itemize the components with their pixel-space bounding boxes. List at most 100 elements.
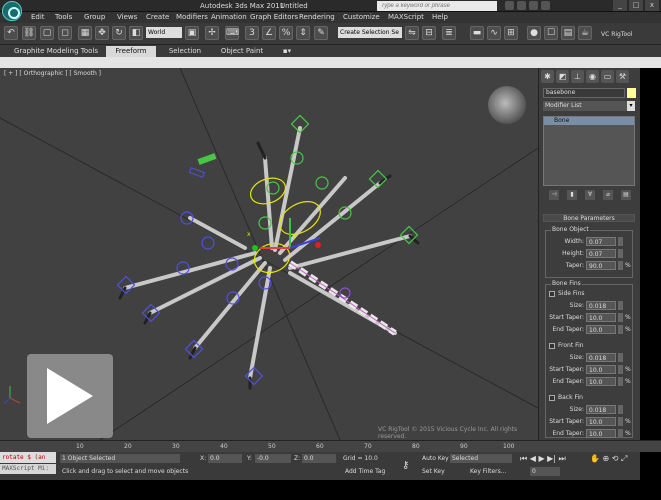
object-name-field[interactable]: basebone bbox=[543, 88, 625, 98]
playback-controls-icon[interactable]: ⏮ ◀ ▶ ▶| ⏭ bbox=[520, 454, 566, 464]
layer-manager-icon[interactable]: ≣ bbox=[442, 26, 456, 40]
set-key-button[interactable]: Set Key bbox=[422, 468, 445, 475]
keyboard-shortcut-icon[interactable]: ⌨ bbox=[225, 26, 239, 40]
z-coord-field[interactable]: 0.0 bbox=[302, 454, 336, 463]
tab-graphite-modeling-tools[interactable]: Graphite Modeling Tools bbox=[14, 46, 98, 57]
y-coord-field[interactable]: -0.0 bbox=[255, 454, 291, 463]
minimize-button[interactable]: _ bbox=[613, 0, 627, 11]
rotate-icon[interactable]: ↻ bbox=[112, 26, 126, 40]
pivot-icon[interactable]: ▣ bbox=[185, 26, 199, 40]
render-icon[interactable]: ☕ bbox=[578, 26, 592, 40]
front-end-taper-field[interactable]: 10.0 bbox=[586, 377, 616, 386]
side-fins-checkbox[interactable] bbox=[549, 291, 555, 297]
viewcube-icon[interactable] bbox=[488, 86, 526, 124]
menu-maxscript[interactable]: MAXScript bbox=[388, 13, 424, 21]
maxscript-mini[interactable]: MAXScript Mi: bbox=[0, 464, 56, 474]
maxscript-listener[interactable]: rotate $ (an bbox=[0, 452, 56, 463]
taper-field[interactable]: 90.0 bbox=[586, 261, 616, 270]
mirror-icon[interactable]: ⇋ bbox=[405, 26, 419, 40]
menu-edit[interactable]: Edit bbox=[31, 13, 45, 21]
back-start-taper-field[interactable]: 10.0 bbox=[586, 417, 616, 426]
rigtool-label[interactable]: VC RigTool bbox=[601, 31, 633, 38]
search-input[interactable] bbox=[377, 1, 497, 11]
front-end-taper-spinner[interactable] bbox=[618, 377, 623, 386]
select-by-name-icon[interactable]: ▦ bbox=[78, 26, 92, 40]
side-end-taper-spinner[interactable] bbox=[618, 325, 623, 334]
select-link-icon[interactable]: ⛓ bbox=[22, 26, 36, 40]
select-region-icon[interactable]: ◻ bbox=[58, 26, 72, 40]
graphite-toggle-icon[interactable]: ▬ bbox=[470, 26, 484, 40]
menu-graph-editors[interactable]: Graph Editors bbox=[250, 13, 298, 21]
back-size-field[interactable]: 0.018 bbox=[586, 405, 616, 414]
auto-key-button[interactable]: Auto Key bbox=[422, 455, 449, 462]
help-icon[interactable] bbox=[541, 1, 550, 10]
modifier-list-dropdown[interactable]: Modifier List bbox=[543, 101, 635, 111]
coord-system-select[interactable]: World bbox=[146, 27, 182, 38]
snap-icon[interactable]: 3 bbox=[245, 26, 259, 40]
schematic-view-icon[interactable]: ⊞ bbox=[504, 26, 518, 40]
menu-help[interactable]: Help bbox=[432, 13, 448, 21]
taper-spinner[interactable] bbox=[618, 261, 623, 270]
configure-sets-icon[interactable]: ▤ bbox=[621, 190, 631, 200]
tab-selection[interactable]: Selection bbox=[162, 46, 208, 57]
show-end-result-icon[interactable]: ▮ bbox=[567, 190, 577, 200]
front-start-taper-spinner[interactable] bbox=[618, 365, 623, 374]
modifier-stack[interactable]: Bone bbox=[543, 116, 635, 186]
undo-icon[interactable]: ↶ bbox=[4, 26, 18, 40]
select-object-icon[interactable]: ▢ bbox=[40, 26, 54, 40]
menu-group[interactable]: Group bbox=[84, 13, 105, 21]
star-icon[interactable] bbox=[529, 1, 538, 10]
height-field[interactable]: 0.07 bbox=[586, 249, 616, 258]
menu-rendering[interactable]: Rendering bbox=[299, 13, 335, 21]
align-icon[interactable]: ⊟ bbox=[422, 26, 436, 40]
app-menu-icon[interactable] bbox=[2, 1, 22, 21]
modify-tab-icon[interactable]: ◩ bbox=[556, 70, 569, 83]
scale-icon[interactable]: ◧ bbox=[129, 26, 143, 40]
display-tab-icon[interactable]: ▭ bbox=[601, 70, 614, 83]
add-time-tag[interactable]: Add Time Tag bbox=[345, 468, 385, 475]
current-frame-field[interactable]: 0 bbox=[530, 467, 560, 476]
curve-editor-icon[interactable]: ∿ bbox=[487, 26, 501, 40]
side-size-spinner[interactable] bbox=[618, 301, 623, 310]
pin-stack-icon[interactable]: ⊣ bbox=[549, 190, 559, 200]
ribbon-options-icon[interactable]: ▪▾ bbox=[280, 46, 294, 57]
stack-item-bone[interactable]: Bone bbox=[544, 117, 634, 125]
side-start-taper-spinner[interactable] bbox=[618, 313, 623, 322]
back-end-taper-field[interactable]: 10.0 bbox=[586, 429, 616, 438]
object-color-swatch[interactable] bbox=[627, 88, 636, 98]
menu-create[interactable]: Create bbox=[146, 13, 169, 21]
angle-snap-icon[interactable]: ∠ bbox=[262, 26, 276, 40]
chevron-down-icon[interactable]: ▾ bbox=[627, 101, 635, 111]
menu-modifiers[interactable]: Modifiers bbox=[176, 13, 208, 21]
time-slider[interactable] bbox=[0, 440, 661, 452]
front-start-taper-field[interactable]: 10.0 bbox=[586, 365, 616, 374]
menu-customize[interactable]: Customize bbox=[343, 13, 380, 21]
spinner-snap-icon[interactable]: ⇕ bbox=[296, 26, 310, 40]
move-icon[interactable]: ✥ bbox=[95, 26, 109, 40]
edit-named-selection-icon[interactable]: ✎ bbox=[314, 26, 328, 40]
back-size-spinner[interactable] bbox=[618, 405, 623, 414]
select-manipulate-icon[interactable]: ✢ bbox=[205, 26, 219, 40]
create-tab-icon[interactable]: ✱ bbox=[541, 70, 554, 83]
make-unique-icon[interactable]: ∀ bbox=[585, 190, 595, 200]
material-editor-icon[interactable]: ● bbox=[527, 26, 541, 40]
menu-views[interactable]: Views bbox=[117, 13, 137, 21]
front-size-field[interactable]: 0.018 bbox=[586, 353, 616, 362]
side-size-field[interactable]: 0.018 bbox=[586, 301, 616, 310]
maximize-button[interactable]: □ bbox=[629, 0, 643, 11]
height-spinner[interactable] bbox=[618, 249, 623, 258]
subscription-icon[interactable] bbox=[517, 1, 526, 10]
play-button[interactable] bbox=[27, 354, 113, 438]
width-field[interactable]: 0.07 bbox=[586, 237, 616, 246]
side-end-taper-field[interactable]: 10.0 bbox=[586, 325, 616, 334]
rollout-title[interactable]: Bone Parameters bbox=[543, 214, 635, 222]
back-fin-checkbox[interactable] bbox=[549, 395, 555, 401]
render-setup-icon[interactable]: ☐ bbox=[544, 26, 558, 40]
motion-tab-icon[interactable]: ◉ bbox=[586, 70, 599, 83]
x-coord-field[interactable]: 0.0 bbox=[208, 454, 242, 463]
key-filters-button[interactable]: Key Filters... bbox=[470, 468, 507, 475]
side-start-taper-field[interactable]: 10.0 bbox=[586, 313, 616, 322]
tab-object-paint[interactable]: Object Paint bbox=[214, 46, 270, 57]
hierarchy-tab-icon[interactable]: ⊥ bbox=[571, 70, 584, 83]
close-button[interactable]: x bbox=[645, 0, 659, 11]
